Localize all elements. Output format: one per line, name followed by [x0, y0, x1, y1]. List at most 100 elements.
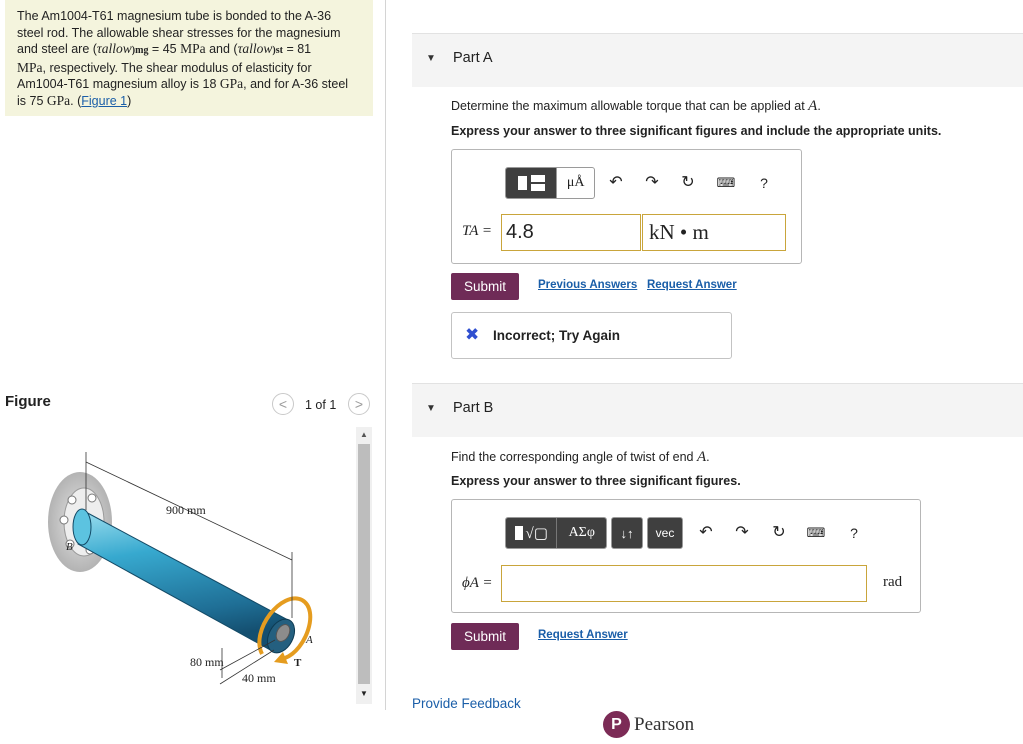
fraction-template-icon: [514, 526, 523, 540]
text-fragment: is 75: [17, 93, 47, 108]
label-t: T: [294, 657, 302, 669]
figure-next-button[interactable]: >: [348, 393, 370, 415]
part-b-unit-label: rad: [883, 574, 903, 590]
bolt-hole: [67, 495, 77, 505]
text-fragment: .: [817, 99, 821, 113]
pearson-brand: Pearson: [634, 714, 695, 735]
text-fragment: .: [706, 450, 710, 464]
unit: GPa: [46, 92, 71, 108]
text-fragment: . (: [70, 93, 82, 108]
text-fragment: and steel are (: [17, 42, 97, 57]
chevron-left-icon: <: [278, 396, 288, 412]
units-button[interactable]: μÅ: [556, 168, 594, 198]
variable: A: [808, 98, 818, 114]
tau-symbol: τallow: [237, 41, 273, 57]
part-a-instruction: Express your answer to three significant…: [451, 124, 942, 138]
provide-feedback-link[interactable]: Provide Feedback: [412, 696, 521, 711]
part-a-variable-label: TA =: [462, 223, 492, 239]
figure-counter: 1 of 1: [305, 398, 337, 412]
scroll-up-icon[interactable]: ▲: [358, 430, 370, 440]
figure-link[interactable]: Figure 1: [81, 94, 127, 108]
text-fragment: Determine the maximum allowable torque t…: [451, 99, 809, 113]
part-a-unit-input[interactable]: kN • m: [642, 214, 786, 251]
part-a-submit-button[interactable]: Submit: [451, 273, 519, 300]
templates-button[interactable]: √▢: [506, 518, 557, 548]
text-fragment: = 45: [148, 42, 181, 57]
text-fragment: , respectively. The shear modulus of ela…: [42, 60, 312, 75]
feedback-message: Incorrect; Try Again: [493, 328, 621, 343]
greek-symbols-button[interactable]: ΑΣφ: [556, 518, 606, 548]
redo-icon[interactable]: ↷: [730, 521, 754, 545]
keyboard-icon[interactable]: ⌨: [714, 171, 738, 195]
column-divider: [385, 0, 386, 710]
figure-image: 900 mm B A T 80 mm 40 mm: [48, 452, 313, 685]
keyboard-icon[interactable]: ⌨: [804, 521, 828, 545]
undo-icon[interactable]: ↶: [694, 521, 718, 545]
arrows-button[interactable]: ↓↑: [611, 517, 643, 549]
pearson-logo-icon: P: [603, 711, 630, 738]
caret-down-icon: ▼: [426, 403, 436, 414]
scrollbar-thumb[interactable]: [358, 444, 370, 684]
problem-statement: The Am1004-T61 magnesium tube is bonded …: [5, 0, 373, 116]
problem-line: and steel are (τallow)mg = 45 MPa and (τ…: [17, 41, 363, 60]
chevron-right-icon: >: [354, 396, 364, 412]
tube-end-b: [72, 508, 92, 546]
part-b-title: Part B: [453, 400, 494, 416]
incorrect-x-icon: ✖: [465, 325, 480, 344]
templates-button[interactable]: [506, 168, 557, 198]
tau-symbol: τallow: [96, 41, 132, 57]
part-b-answer-box: √▢ ΑΣφ ↓↑ vec ↶ ↷ ↻ ⌨ ? ϕA = rad: [451, 499, 921, 613]
unit: MPa: [180, 41, 206, 57]
part-a-feedback: ✖ Incorrect; Try Again: [451, 312, 732, 359]
vector-button[interactable]: vec: [647, 517, 683, 549]
problem-line: The Am1004-T61 magnesium tube is bonded …: [17, 9, 332, 23]
text-fragment: , and for A-36 steel: [243, 77, 349, 92]
unit: GPa: [219, 76, 244, 92]
part-a-answer-box: μÅ ↶ ↷ ↻ ⌨ ? TA = 4.8 kN • m: [451, 149, 802, 264]
part-b-header[interactable]: ▼ Part B: [412, 383, 1023, 437]
reset-icon[interactable]: ↻: [676, 171, 700, 195]
text-fragment: Am1004-T61 magnesium alloy is 18: [17, 77, 220, 92]
bolt-hole: [87, 493, 97, 503]
problem-line: steel rod. The allowable shear stresses …: [17, 25, 341, 40]
part-b-value-input[interactable]: [501, 565, 867, 602]
magnesium-tube: [77, 509, 289, 653]
scroll-down-icon[interactable]: ▼: [358, 689, 370, 699]
part-a-value-input[interactable]: 4.8: [501, 214, 641, 251]
text-fragment: and (: [205, 42, 238, 57]
help-icon[interactable]: ?: [752, 171, 776, 195]
part-b-instruction: Express your answer to three significant…: [451, 474, 741, 488]
part-a-request-answer-link[interactable]: Request Answer: [647, 279, 737, 291]
caret-down-icon: ▼: [426, 53, 436, 64]
problem-line: Am1004-T61 magnesium alloy is 18 GPa, an…: [17, 76, 363, 93]
dim-outer-label: 80 mm: [190, 655, 224, 669]
figure-title: Figure: [5, 393, 51, 410]
sqrt-template-icon: √▢: [525, 525, 548, 542]
part-b-submit-button[interactable]: Submit: [451, 623, 519, 650]
bolt-hole: [59, 515, 69, 525]
label-b: B: [66, 541, 73, 553]
variable: A: [696, 449, 707, 465]
part-b-template-toolbar: √▢ ΑΣφ: [505, 517, 607, 549]
part-b-request-answer-link[interactable]: Request Answer: [538, 629, 628, 641]
redo-icon[interactable]: ↷: [640, 171, 664, 195]
label-a: A: [305, 634, 313, 646]
figure-prev-button[interactable]: <: [272, 393, 294, 415]
fraction-template-icon: [517, 176, 527, 190]
text-fragment: = 81: [282, 42, 312, 57]
undo-icon[interactable]: ↶: [604, 171, 628, 195]
help-icon[interactable]: ?: [842, 521, 866, 545]
problem-line: MPa, respectively. The shear modulus of …: [17, 60, 363, 77]
part-a-header[interactable]: ▼ Part A: [412, 33, 1023, 87]
reset-icon[interactable]: ↻: [767, 521, 791, 545]
subscript: st: [275, 45, 283, 57]
previous-answers-link[interactable]: Previous Answers: [538, 279, 637, 291]
part-a-question: Determine the maximum allowable torque t…: [451, 98, 821, 115]
unit: MPa: [17, 59, 43, 75]
text-fragment: ): [127, 93, 132, 108]
part-a-title: Part A: [453, 50, 493, 66]
part-a-template-toolbar: μÅ: [505, 167, 595, 199]
dim-length-label: 900 mm: [166, 503, 206, 517]
dim-inner-label: 40 mm: [242, 671, 276, 685]
problem-line: is 75 GPa. (Figure 1): [17, 93, 363, 110]
